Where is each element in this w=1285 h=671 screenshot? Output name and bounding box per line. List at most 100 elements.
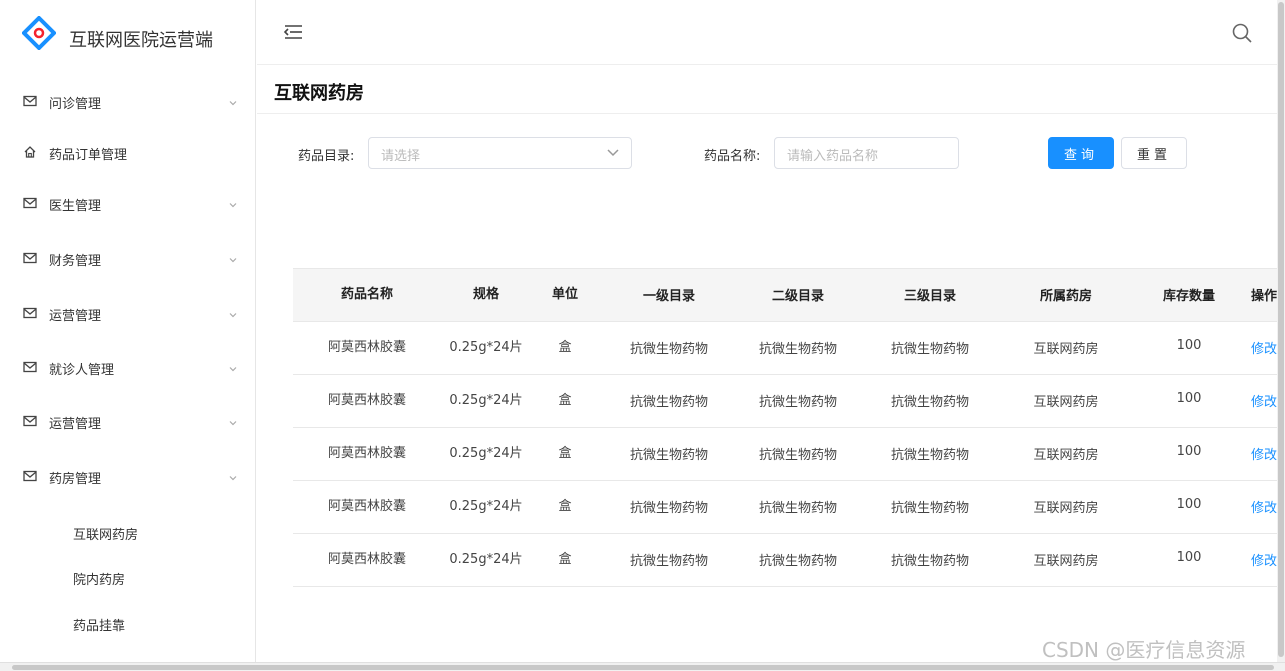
edit-link[interactable]: 修改 <box>1251 444 1277 463</box>
col-stock-cell: 100 <box>1176 391 1202 406</box>
sidebar-subitem-internet-pharmacy[interactable]: 互联网药房 <box>0 515 256 551</box>
col-level2-header: 二级目录 <box>771 289 825 304</box>
sidebar-item-operations[interactable]: 运营管理 <box>0 294 256 334</box>
category-label: 药品目录: <box>298 149 355 164</box>
col-level3-cell: 抗微生物药物 <box>890 395 970 410</box>
col-unit-cell: 盒 <box>558 552 572 567</box>
col-level1-cell: 抗微生物药物 <box>629 395 709 410</box>
vertical-scroll-thumb[interactable] <box>1278 2 1284 657</box>
col-level2-cell: 抗微生物药物 <box>758 342 838 357</box>
sidebar-item-finance[interactable]: 财务管理 <box>0 239 256 279</box>
col-drug-name-cell: 阿莫西林胶囊 <box>327 552 407 567</box>
horizontal-scrollbar[interactable] <box>0 662 1285 671</box>
drug-name-input[interactable]: 请输入药品名称 <box>774 137 959 169</box>
col-unit-cell: 盒 <box>558 393 572 408</box>
col-level1-header: 一级目录 <box>642 289 696 304</box>
chevron-down-icon <box>228 97 238 107</box>
query-button[interactable]: 查询 <box>1048 137 1114 169</box>
category-placeholder: 请选择 <box>381 149 421 164</box>
sidebar-subitem-label: 院内药房 <box>73 572 126 588</box>
chevron-down-icon <box>228 472 238 482</box>
sidebar-item-label: 就诊人管理 <box>49 362 115 378</box>
col-pharmacy-cell: 互联网药房 <box>1033 554 1099 569</box>
edit-link[interactable]: 修改 <box>1251 338 1277 357</box>
vertical-scrollbar[interactable] <box>1277 0 1285 662</box>
col-drug-name-cell: 阿莫西林胶囊 <box>327 499 407 514</box>
mail-icon <box>23 360 37 374</box>
watermark: CSDN @医疗信息资源 <box>1042 638 1246 662</box>
table-row: 阿莫西林胶囊 0.25g*24片 盒 抗微生物药物 抗微生物药物 抗微生物药物 互联网药房 1… <box>293 322 1285 375</box>
col-level3-cell: 抗微生物药物 <box>890 448 970 463</box>
menu-fold-icon[interactable] <box>282 22 304 42</box>
reset-button[interactable]: 重置 <box>1121 137 1187 169</box>
sidebar-item-doctors[interactable]: 医生管理 <box>0 184 256 224</box>
col-level1-cell: 抗微生物药物 <box>629 554 709 569</box>
table-row: 阿莫西林胶囊 0.25g*24片 盒 抗微生物药物 抗微生物药物 抗微生物药物 互联网药房 1… <box>293 428 1285 481</box>
sidebar-item-pharmacy[interactable]: 药房管理 <box>0 457 256 497</box>
edit-link[interactable]: 修改 <box>1251 391 1277 410</box>
col-level3-cell: 抗微生物药物 <box>890 501 970 516</box>
col-drug-name-cell: 阿莫西林胶囊 <box>327 340 407 355</box>
col-level3-cell: 抗微生物药物 <box>890 554 970 569</box>
sidebar-item-label: 财务管理 <box>49 253 102 269</box>
col-spec-cell: 0.25g*24片 <box>449 446 523 461</box>
sidebar-subitem-label: 互联网药房 <box>73 527 139 543</box>
mail-icon <box>23 414 37 428</box>
sidebar-item-drug-orders[interactable]: 药品订单管理 <box>0 133 256 173</box>
sidebar-item-operations-2[interactable]: 运营管理 <box>0 402 256 442</box>
mail-icon <box>23 196 37 210</box>
col-unit-cell: 盒 <box>558 499 572 514</box>
sidebar-item-patients[interactable]: 就诊人管理 <box>0 348 256 388</box>
col-action-header: 操作 <box>1251 289 1278 304</box>
col-drug-name-header: 药品名称 <box>340 287 394 302</box>
col-pharmacy-cell: 互联网药房 <box>1033 395 1099 410</box>
col-pharmacy-cell: 互联网药房 <box>1033 342 1099 357</box>
category-select[interactable]: 请选择 <box>368 137 632 169</box>
table-row: 阿莫西林胶囊 0.25g*24片 盒 抗微生物药物 抗微生物药物 抗微生物药物 互联网药房 1… <box>293 534 1285 587</box>
table-row: 阿莫西林胶囊 0.25g*24片 盒 抗微生物药物 抗微生物药物 抗微生物药物 互联网药房 1… <box>293 375 1285 428</box>
col-stock-cell: 100 <box>1176 497 1202 512</box>
col-unit-cell: 盒 <box>558 446 572 461</box>
search-icon[interactable] <box>1231 22 1253 44</box>
sidebar-subitem-hospital-pharmacy[interactable]: 院内药房 <box>0 560 256 596</box>
chevron-down-icon <box>228 417 238 427</box>
chevron-down-icon <box>228 309 238 319</box>
col-level2-cell: 抗微生物药物 <box>758 448 838 463</box>
app-title: 互联网医院运营端 <box>69 30 213 51</box>
col-pharmacy-header: 所属药房 <box>1039 289 1093 304</box>
table-header: 药品名称 规格 单位 一级目录 二级目录 三级目录 所属药房 库存数量 操作 <box>293 268 1285 322</box>
sidebar-item-consultation[interactable]: 问诊管理 <box>0 82 256 122</box>
chevron-down-icon <box>228 199 238 209</box>
drug-name-placeholder: 请输入药品名称 <box>787 149 879 164</box>
sidebar-item-label: 问诊管理 <box>49 96 102 112</box>
sidebar-item-label: 药品订单管理 <box>49 147 128 163</box>
horizontal-scroll-thumb[interactable] <box>12 665 1274 670</box>
col-stock-cell: 100 <box>1176 550 1202 565</box>
sidebar-subitem-drug-affiliation[interactable]: 药品挂靠 <box>0 606 256 642</box>
page-title-bar: 互联网药房 <box>257 66 1285 114</box>
col-level1-cell: 抗微生物药物 <box>629 501 709 516</box>
chevron-down-icon <box>228 254 238 264</box>
sidebar-item-label: 运营管理 <box>49 308 102 324</box>
logo-icon <box>22 16 56 50</box>
top-header <box>257 0 1285 65</box>
col-spec-cell: 0.25g*24片 <box>449 499 523 514</box>
edit-link[interactable]: 修改 <box>1251 497 1277 516</box>
sidebar-item-label: 医生管理 <box>49 198 102 214</box>
sidebar-item-label: 运营管理 <box>49 416 102 432</box>
col-spec-cell: 0.25g*24片 <box>449 552 523 567</box>
col-level2-cell: 抗微生物药物 <box>758 395 838 410</box>
col-level3-header: 三级目录 <box>903 289 957 304</box>
col-unit-cell: 盒 <box>558 340 572 355</box>
edit-link[interactable]: 修改 <box>1251 550 1277 569</box>
mail-icon <box>23 94 37 108</box>
col-drug-name-cell: 阿莫西林胶囊 <box>327 393 407 408</box>
chevron-down-icon <box>607 149 619 157</box>
page-title: 互联网药房 <box>274 83 364 104</box>
col-level2-cell: 抗微生物药物 <box>758 554 838 569</box>
table-row: 阿莫西林胶囊 0.25g*24片 盒 抗微生物药物 抗微生物药物 抗微生物药物 互联网药房 1… <box>293 481 1285 534</box>
col-level2-cell: 抗微生物药物 <box>758 501 838 516</box>
sidebar-subitem-label: 药品挂靠 <box>73 618 126 634</box>
col-drug-name-cell: 阿莫西林胶囊 <box>327 446 407 461</box>
col-pharmacy-cell: 互联网药房 <box>1033 448 1099 463</box>
